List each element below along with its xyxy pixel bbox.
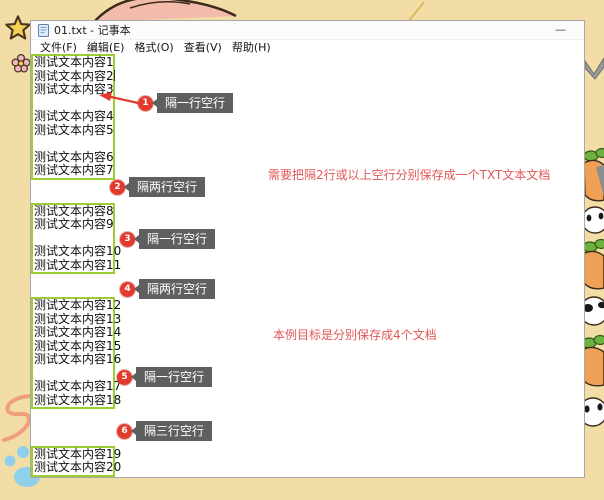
text-line: 测试文本内容2 (33, 70, 113, 84)
highlight-box-3: 测试文本内容12测试文本内容13测试文本内容14测试文本内容15测试文本内容16… (31, 297, 115, 409)
callout-label: 隔一行空行 (157, 93, 233, 113)
text-line: 测试文本内容1 (33, 56, 113, 70)
chevron-doodle-icon (585, 58, 604, 79)
text-line: 测试文本内容5 (33, 124, 113, 138)
title-bar[interactable]: 01.txt - 记事本 — (31, 21, 584, 40)
blank-line (33, 232, 113, 246)
text-line: 测试文本内容20 (33, 461, 113, 475)
annotation-note-1: 需要把隔2行或以上空行分别保存成一个TXT文本文档 (268, 166, 550, 183)
callout-label: 隔两行空行 (139, 279, 215, 299)
text-line: 测试文本内容4 (33, 110, 113, 124)
text-line: 测试文本内容10 (33, 245, 113, 259)
text-line: 测试文本内容7 (33, 164, 113, 178)
menu-bar: 文件(F) 编辑(E) 格式(O) 查看(V) 帮助(H) (31, 40, 584, 54)
text-line: 测试文本内容16 (33, 353, 113, 367)
carrot-icon (584, 149, 604, 201)
highlight-box-4: 测试文本内容19测试文本内容20 (31, 446, 115, 477)
callout-label: 隔一行空行 (136, 367, 212, 387)
notepad-icon (38, 24, 49, 37)
blank-line (33, 137, 113, 151)
flower-icon (10, 53, 32, 75)
star-icon (4, 14, 32, 42)
text-line: 测试文本内容6 (33, 151, 113, 165)
window-title: 01.txt - 记事本 (54, 22, 131, 38)
carrot-icon (583, 240, 604, 289)
callout-number-badge: 1 (138, 96, 153, 111)
blank-gap (31, 274, 584, 297)
text-line: 测试文本内容19 (33, 448, 113, 462)
menu-file[interactable]: 文件(F) (35, 39, 82, 55)
carrot-icon (582, 336, 604, 386)
text-content[interactable]: 测试文本内容1测试文本内容2测试文本内容3测试文本内容4测试文本内容5测试文本内… (31, 54, 584, 477)
text-line: 测试文本内容11 (33, 259, 113, 273)
text-line: 测试文本内容14 (33, 326, 113, 340)
callout-5: 5 隔一行空行 (117, 367, 212, 387)
callout-number-badge: 2 (110, 180, 125, 195)
text-line: 测试文本内容8 (33, 205, 113, 219)
menu-help[interactable]: 帮助(H) (227, 39, 276, 55)
text-cursor (114, 70, 115, 81)
text-line: 测试文本内容17 (33, 380, 113, 394)
screenshot-canvas: 01.txt - 记事本 — 文件(F) 编辑(E) 格式(O) 查看(V) 帮… (0, 0, 604, 500)
callout-label: 隔三行空行 (136, 421, 212, 441)
callout-number-badge: 5 (117, 370, 132, 385)
callout-number-badge: 3 (120, 232, 135, 247)
callout-number-badge: 4 (120, 282, 135, 297)
cat-face-icon (582, 207, 604, 233)
blank-line (33, 367, 113, 381)
text-line: 测试文本内容9 (33, 218, 113, 232)
callout-number-badge: 6 (117, 424, 132, 439)
text-line: 测试文本内容12 (33, 299, 113, 313)
callout-label: 隔一行空行 (139, 229, 215, 249)
callout-4: 4 隔两行空行 (120, 279, 215, 299)
minimize-button[interactable]: — (555, 22, 566, 38)
menu-view[interactable]: 查看(V) (179, 39, 227, 55)
text-line: 测试文本内容13 (33, 313, 113, 327)
menu-edit[interactable]: 编辑(E) (82, 39, 130, 55)
highlight-box-2: 测试文本内容8测试文本内容9 测试文本内容10测试文本内容11 (31, 203, 115, 275)
annotation-note-2: 本例目标是分别保存成4个文档 (273, 326, 437, 343)
red-arrow (98, 90, 142, 108)
callout-2: 2 隔两行空行 (110, 177, 205, 197)
text-line: 测试文本内容15 (33, 340, 113, 354)
menu-format[interactable]: 格式(O) (129, 39, 178, 55)
callout-3: 3 隔一行空行 (120, 229, 215, 249)
callout-1: 1 隔一行空行 (138, 93, 233, 113)
highlight-box-1: 测试文本内容1测试文本内容2测试文本内容3测试文本内容4测试文本内容5测试文本内… (31, 54, 115, 180)
callout-6: 6 隔三行空行 (117, 421, 212, 441)
notepad-window: 01.txt - 记事本 — 文件(F) 编辑(E) 格式(O) 查看(V) 帮… (30, 20, 585, 478)
text-line: 测试文本内容18 (33, 394, 113, 408)
blank-gap (31, 409, 584, 446)
callout-label: 隔两行空行 (129, 177, 205, 197)
